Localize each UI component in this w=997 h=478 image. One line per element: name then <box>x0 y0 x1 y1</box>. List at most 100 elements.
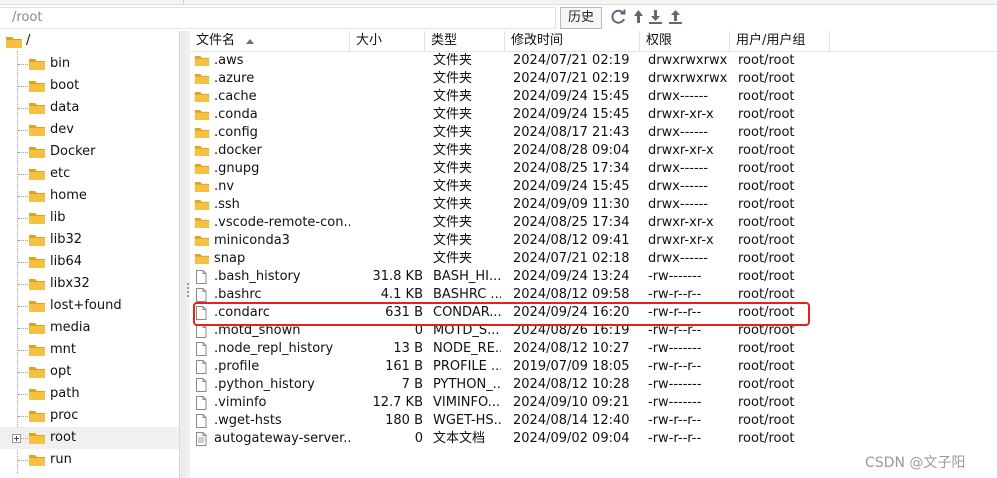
file-size <box>350 178 423 196</box>
tree-connector-branch <box>18 130 28 131</box>
tree-item-label: / <box>26 33 31 48</box>
file-owner: root/root <box>738 107 795 122</box>
upload-to-icon[interactable] <box>667 8 684 25</box>
file-row[interactable]: .docker 文件夹 2024/08/28 09:04 drwxr-xr-x root… <box>190 142 830 160</box>
tree-item-etc[interactable]: etc <box>0 163 179 185</box>
file-row[interactable]: .bashrc 4.1 KB BASHRC ... 2024/08/12 09:58 -… <box>190 286 830 304</box>
tree-item-root[interactable]: root <box>0 427 179 449</box>
file-row[interactable]: .viminfo 12.7 KB VIMINFO... 2024/09/10 09:2… <box>190 394 830 412</box>
expand-icon[interactable] <box>12 434 21 443</box>
file-permissions: drwx------ <box>648 161 709 176</box>
file-row-highlighted[interactable]: .condarc 631 B CONDAR... 2024/09/24 16:20 -r… <box>190 304 830 322</box>
file-size <box>350 196 423 214</box>
file-size: 7 B <box>401 377 423 392</box>
tree-item-libx32[interactable]: libx32 <box>0 273 179 295</box>
file-row[interactable]: miniconda3 文件夹 2024/08/12 09:41 drwxr-xr-x r… <box>190 232 830 250</box>
file-type: 文本文档 <box>433 431 486 446</box>
file-size: 12.7 KB <box>372 395 423 410</box>
tree-item-path[interactable]: path <box>0 383 179 405</box>
tree-scrollbar[interactable] <box>179 31 186 478</box>
file-row[interactable]: .vscode-remote-con... 文件夹 2024/08/25 17:34… <box>190 214 830 232</box>
column-header-mtime[interactable]: 修改时间 <box>505 31 640 51</box>
file-row[interactable]: .nv 文件夹 2024/09/24 15:45 drwx------ root/roo… <box>190 178 830 196</box>
file-size <box>350 106 423 124</box>
file-row[interactable]: autogateway-server... 0 文本文档 2024/09/02 09:… <box>190 430 830 448</box>
file-name: .docker <box>214 143 262 158</box>
file-row[interactable]: .conda 文件夹 2024/09/24 15:45 drwxr-xr-x root/… <box>190 106 830 124</box>
tree-item-lib[interactable]: lib <box>0 207 179 229</box>
tree-connector-branch <box>18 196 28 197</box>
tree-item-home[interactable]: home <box>0 185 179 207</box>
history-button[interactable]: 历史 <box>560 7 602 29</box>
file-permissions: -rw------- <box>648 341 702 356</box>
tree-item-root-dir[interactable]: / <box>0 31 179 53</box>
tree-item-mnt[interactable]: mnt <box>0 339 179 361</box>
tree-item-boot[interactable]: boot <box>0 75 179 97</box>
column-header-size[interactable]: 大小 <box>350 31 425 51</box>
tree-connector-branch <box>18 174 28 175</box>
file-type: NODE_RE... <box>433 341 501 356</box>
file-type: 文件夹 <box>433 161 473 176</box>
tree-item-bin[interactable]: bin <box>0 53 179 75</box>
file-mtime: 2024/08/17 21:43 <box>513 125 630 140</box>
tree-item-proc[interactable]: proc <box>0 405 179 427</box>
file-owner: root/root <box>738 53 795 68</box>
file-name: .gnupg <box>214 161 260 176</box>
file-name: .nv <box>214 179 235 194</box>
tree-item-run[interactable]: run <box>0 449 179 471</box>
file-row[interactable]: .python_history 7 B PYTHON_... 2024/08/12 1… <box>190 376 830 394</box>
upload-icon[interactable] <box>630 8 647 25</box>
tree-item-label: etc <box>50 166 71 181</box>
tree-connector-branch <box>18 416 28 417</box>
tree-item-lib64[interactable]: lib64 <box>0 251 179 273</box>
tree-item-lib32[interactable]: lib32 <box>0 229 179 251</box>
refresh-icon[interactable] <box>610 8 627 25</box>
file-row[interactable]: .bash_history 31.8 KB BASH_HI... 2024/09/24… <box>190 268 830 286</box>
column-header-perm[interactable]: 权限 <box>640 31 730 51</box>
file-permissions: drwx------ <box>648 197 709 212</box>
download-icon[interactable] <box>647 8 664 25</box>
file-name: .azure <box>214 71 255 86</box>
file-type: PROFILE ... <box>433 359 501 374</box>
column-header-name[interactable]: 文件名 <box>190 31 350 51</box>
file-row[interactable]: .wget-hsts 180 B WGET-HS... 2024/08/14 12:4… <box>190 412 830 430</box>
path-input[interactable]: /root <box>0 7 556 29</box>
file-row[interactable]: .aws 文件夹 2024/07/21 02:19 drwxrwxrwx root/ro… <box>190 52 830 70</box>
column-header-owner[interactable]: 用户/用户组 <box>730 31 830 51</box>
tree-item-opt[interactable]: opt <box>0 361 179 383</box>
column-header-type[interactable]: 类型 <box>425 31 505 51</box>
file-owner: root/root <box>738 377 795 392</box>
tree-item-media[interactable]: media <box>0 317 179 339</box>
file-row[interactable]: snap 文件夹 2024/07/21 02:18 drwx------ root/ro… <box>190 250 830 268</box>
file-name: .wget-hsts <box>214 413 282 428</box>
file-row[interactable]: .cache 文件夹 2024/09/24 15:45 drwx------ root/… <box>190 88 830 106</box>
file-row[interactable]: .gnupg 文件夹 2024/08/25 17:34 drwx------ root/… <box>190 160 830 178</box>
file-mtime: 2019/07/09 18:05 <box>513 359 630 374</box>
file-row[interactable]: .node_repl_history 13 B NODE_RE... 2024/08/… <box>190 340 830 358</box>
tree-item-data[interactable]: data <box>0 97 179 119</box>
folder-icon <box>194 90 210 104</box>
file-row[interactable]: .ssh 文件夹 2024/09/09 11:30 drwx------ root/ro… <box>190 196 830 214</box>
file-row[interactable]: .config 文件夹 2024/08/17 21:43 drwx------ root… <box>190 124 830 142</box>
file-owner: root/root <box>738 431 795 446</box>
file-type: 文件夹 <box>433 107 473 122</box>
tree-item-dev[interactable]: dev <box>0 119 179 141</box>
directory-tree: / bin boot data dev Docker etc home lib lib32 lib6… <box>0 31 179 478</box>
tree-item-docker[interactable]: Docker <box>0 141 179 163</box>
tree-item-lost-found[interactable]: lost+found <box>0 295 179 317</box>
file-owner: root/root <box>738 197 795 212</box>
folder-icon <box>28 431 46 445</box>
folder-icon <box>194 126 210 140</box>
file-row[interactable]: .azure 文件夹 2024/07/21 02:19 drwxrwxrwx root/… <box>190 70 830 88</box>
file-mtime: 2024/08/12 10:27 <box>513 341 630 356</box>
file-owner: root/root <box>738 269 795 284</box>
file-row[interactable]: .motd_shown 0 MOTD_S... 2024/08/26 16:19 -rw… <box>190 322 830 340</box>
file-size <box>350 70 423 88</box>
file-icon <box>194 360 210 374</box>
file-type: BASH_HI... <box>433 269 501 284</box>
tree-item-label: bin <box>50 56 71 71</box>
tree-connector-branch <box>18 240 28 241</box>
file-type: WGET-HS... <box>433 413 501 428</box>
file-row[interactable]: .profile 161 B PROFILE ... 2019/07/09 18:05… <box>190 358 830 376</box>
file-name: .ssh <box>214 197 240 212</box>
